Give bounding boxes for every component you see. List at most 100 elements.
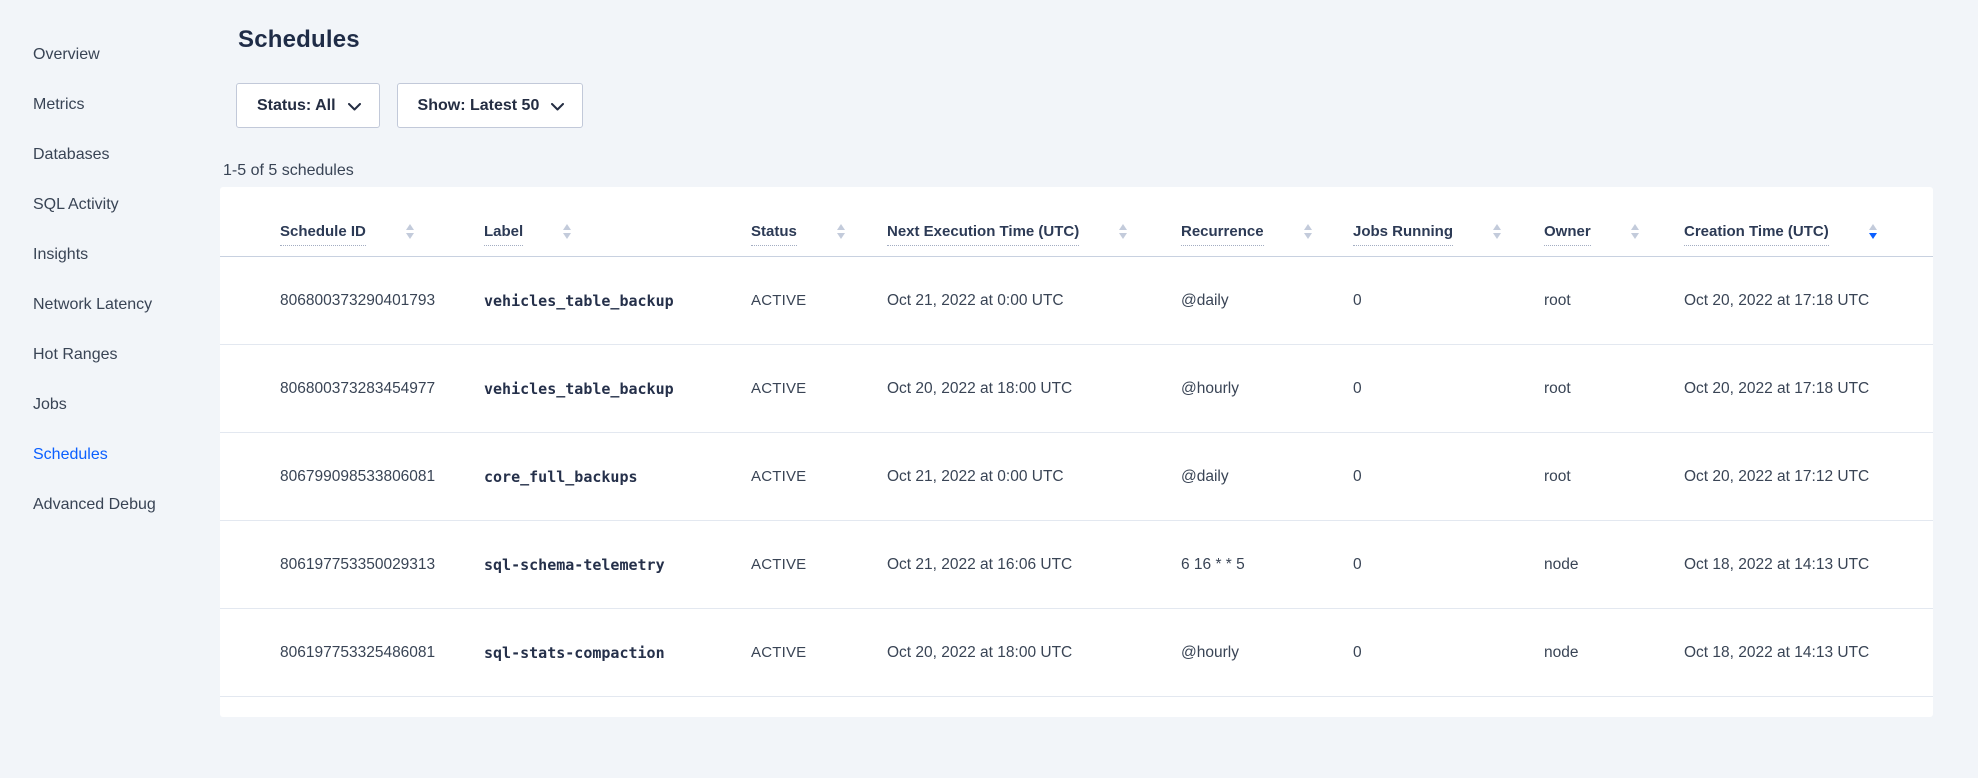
sidebar-item-9[interactable]: Advanced Debug: [0, 480, 220, 530]
sidebar-item-8[interactable]: Schedules: [0, 430, 220, 480]
cell-owner: root: [1544, 380, 1684, 398]
column-header-label: Status: [751, 223, 797, 246]
column-header-6[interactable]: Owner: [1544, 223, 1684, 256]
column-header-label: Recurrence: [1181, 223, 1264, 246]
sidebar-item-7[interactable]: Jobs: [0, 380, 220, 430]
sidebar-item-label: Hot Ranges: [33, 346, 118, 364]
sort-up-icon: [406, 224, 414, 230]
column-header-0[interactable]: Schedule ID: [280, 223, 484, 256]
cell-recurrence: 6 16 * * 5: [1181, 556, 1353, 574]
cell-creation-time: Oct 18, 2022 at 14:13 UTC: [1684, 556, 1933, 574]
table-row-3: 806197753350029313 sql-schema-telemetry …: [220, 521, 1933, 609]
filter-dropdown-1[interactable]: Show: Latest 50: [397, 83, 584, 128]
sort-up-icon: [837, 224, 845, 230]
sidebar-item-label: Jobs: [33, 396, 67, 414]
column-header-label: Schedule ID: [280, 223, 366, 246]
cell-schedule-id: 806800373283454977: [280, 380, 484, 398]
sidebar-item-label: Schedules: [33, 446, 108, 464]
cell-label: core_full_backups: [484, 468, 751, 486]
cell-jobs-running: 0: [1353, 468, 1544, 486]
cell-creation-time: Oct 20, 2022 at 17:18 UTC: [1684, 380, 1933, 398]
schedules-table-card: Schedule ID Label Status: [220, 187, 1933, 717]
sidebar-item-label: SQL Activity: [33, 196, 119, 214]
sort-arrows-icon: [1869, 224, 1877, 239]
column-header-3[interactable]: Next Execution Time (UTC): [887, 223, 1181, 256]
column-header-1[interactable]: Label: [484, 223, 751, 256]
cell-status: ACTIVE: [751, 644, 887, 661]
sort-down-icon: [1119, 233, 1127, 239]
column-header-label: Owner: [1544, 223, 1591, 246]
page-title: Schedules: [238, 26, 360, 54]
sort-down-icon: [1493, 233, 1501, 239]
sort-up-icon: [1304, 224, 1312, 230]
filter-dropdown-label: Show: Latest 50: [418, 97, 540, 115]
sort-arrows-icon: [1631, 224, 1639, 239]
table-row-4: 806197753325486081 sql-stats-compaction …: [220, 609, 1933, 697]
cell-creation-time: Oct 20, 2022 at 17:18 UTC: [1684, 292, 1933, 310]
sort-up-icon: [1631, 224, 1639, 230]
sidebar-item-label: Insights: [33, 246, 88, 264]
cell-recurrence: @daily: [1181, 468, 1353, 486]
cell-next-execution: Oct 21, 2022 at 0:00 UTC: [887, 468, 1181, 486]
column-header-label: Jobs Running: [1353, 223, 1453, 246]
cell-label: sql-stats-compaction: [484, 644, 751, 662]
cell-recurrence: @hourly: [1181, 644, 1353, 662]
cell-owner: node: [1544, 644, 1684, 662]
cell-recurrence: @hourly: [1181, 380, 1353, 398]
sidebar-nav: Overview Metrics Databases SQL Activity …: [0, 30, 220, 530]
sort-up-icon: [1119, 224, 1127, 230]
column-header-label: Next Execution Time (UTC): [887, 223, 1079, 246]
cell-next-execution: Oct 21, 2022 at 16:06 UTC: [887, 556, 1181, 574]
cell-jobs-running: 0: [1353, 380, 1544, 398]
main-content: Schedules Status: All Show: Latest 50: [220, 0, 1978, 778]
sort-arrows-icon: [1304, 224, 1312, 239]
sort-down-icon: [1631, 233, 1639, 239]
table-header-row: Schedule ID Label Status: [220, 187, 1933, 257]
sidebar-item-0[interactable]: Overview: [0, 30, 220, 80]
cell-owner: root: [1544, 468, 1684, 486]
sort-arrows-icon: [563, 224, 571, 239]
table-row-1: 806800373283454977 vehicles_table_backup…: [220, 345, 1933, 433]
column-header-2[interactable]: Status: [751, 223, 887, 256]
cell-recurrence: @daily: [1181, 292, 1353, 310]
cell-jobs-running: 0: [1353, 292, 1544, 310]
cell-schedule-id: 806197753350029313: [280, 556, 484, 574]
column-header-label: Label: [484, 223, 523, 246]
sidebar-item-6[interactable]: Hot Ranges: [0, 330, 220, 380]
cell-label: vehicles_table_backup: [484, 292, 751, 310]
cell-next-execution: Oct 20, 2022 at 18:00 UTC: [887, 644, 1181, 662]
sort-down-icon: [837, 233, 845, 239]
filter-dropdown-0[interactable]: Status: All: [236, 83, 380, 128]
column-header-label: Creation Time (UTC): [1684, 223, 1829, 246]
cell-status: ACTIVE: [751, 380, 887, 397]
sidebar-item-3[interactable]: SQL Activity: [0, 180, 220, 230]
sidebar-item-5[interactable]: Network Latency: [0, 280, 220, 330]
cell-owner: node: [1544, 556, 1684, 574]
column-header-5[interactable]: Jobs Running: [1353, 223, 1544, 256]
column-header-4[interactable]: Recurrence: [1181, 223, 1353, 256]
cell-status: ACTIVE: [751, 556, 887, 573]
cell-label: sql-schema-telemetry: [484, 556, 751, 574]
sidebar-item-4[interactable]: Insights: [0, 230, 220, 280]
table-row-2: 806799098533806081 core_full_backups ACT…: [220, 433, 1933, 521]
cell-creation-time: Oct 20, 2022 at 17:12 UTC: [1684, 468, 1933, 486]
sidebar-item-1[interactable]: Metrics: [0, 80, 220, 130]
table-row-0: 806800373290401793 vehicles_table_backup…: [220, 257, 1933, 345]
cell-creation-time: Oct 18, 2022 at 14:13 UTC: [1684, 644, 1933, 662]
sort-up-icon: [1493, 224, 1501, 230]
column-header-7[interactable]: Creation Time (UTC): [1684, 223, 1933, 256]
sidebar-item-label: Metrics: [33, 96, 85, 114]
cell-status: ACTIVE: [751, 468, 887, 485]
cell-next-execution: Oct 20, 2022 at 18:00 UTC: [887, 380, 1181, 398]
cell-schedule-id: 806197753325486081: [280, 644, 484, 662]
sort-arrows-icon: [1119, 224, 1127, 239]
sort-up-icon: [563, 224, 571, 230]
cell-next-execution: Oct 21, 2022 at 0:00 UTC: [887, 292, 1181, 310]
chevron-down-icon: [348, 103, 361, 111]
sidebar-item-label: Network Latency: [33, 296, 152, 314]
sort-up-icon: [1869, 224, 1877, 230]
sidebar-item-2[interactable]: Databases: [0, 130, 220, 180]
sort-down-icon: [1869, 233, 1877, 239]
cell-owner: root: [1544, 292, 1684, 310]
sidebar-item-label: Overview: [33, 46, 100, 64]
